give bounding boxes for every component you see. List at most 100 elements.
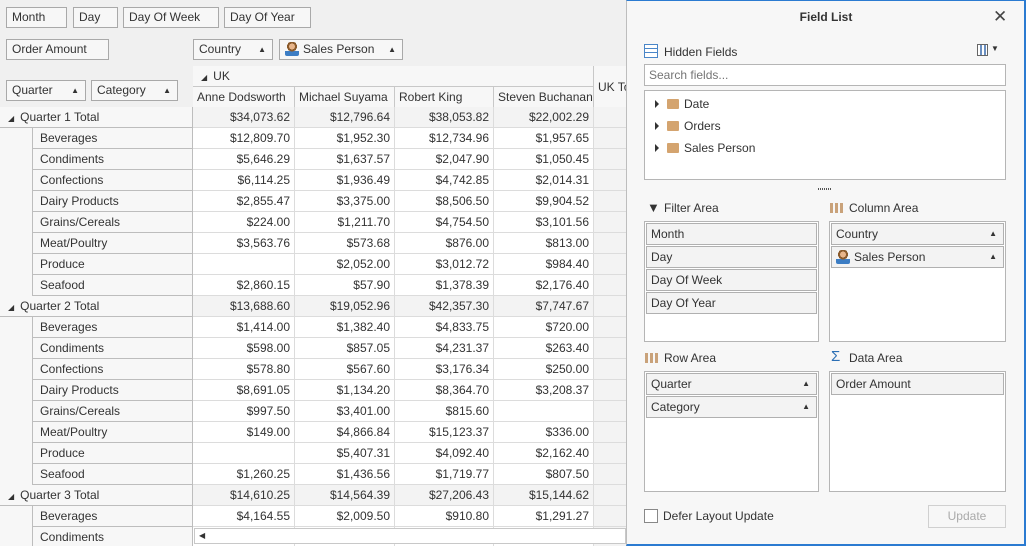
- data-cell: $2,860.15: [193, 275, 295, 296]
- row-header-category[interactable]: Meat/Poultry: [33, 233, 193, 254]
- data-cell: $8,364.70: [395, 380, 494, 401]
- row-header-category[interactable]: Produce: [33, 443, 193, 464]
- total-cell: [594, 296, 626, 317]
- filter-field-day-of-week[interactable]: Day Of Week: [123, 7, 219, 28]
- row-header-category[interactable]: Confections: [33, 359, 193, 380]
- column-field-country[interactable]: Country ▲: [193, 39, 273, 60]
- splitter-handle[interactable]: [818, 188, 831, 190]
- row-header-category[interactable]: Grains/Cereals: [33, 401, 193, 422]
- row-header-category[interactable]: Condiments: [33, 149, 193, 170]
- row-header-indent: [0, 149, 33, 170]
- data-cell: $3,012.72: [395, 254, 494, 275]
- data-cell: $8,691.05: [193, 380, 295, 401]
- tree-item-sales-person[interactable]: Sales Person: [655, 141, 755, 155]
- row-header-category[interactable]: Dairy Products: [33, 380, 193, 401]
- data-cell: $720.00: [494, 317, 594, 338]
- field-label: Country: [199, 42, 242, 56]
- column-header-country[interactable]: ◢ UK: [193, 66, 594, 87]
- data-field-order-amount[interactable]: Order Amount: [6, 39, 109, 60]
- expand-icon[interactable]: [655, 122, 659, 130]
- filter-field-day-of-year[interactable]: Day Of Year: [224, 7, 311, 28]
- row-header-category[interactable]: Grains/Cereals: [33, 212, 193, 233]
- row-header-category[interactable]: Beverages: [33, 506, 193, 527]
- scroll-left-icon[interactable]: ◀: [199, 531, 205, 540]
- data-cell: $2,176.40: [494, 275, 594, 296]
- expand-icon[interactable]: [655, 144, 659, 152]
- data-cell: $1,952.30: [295, 128, 395, 149]
- row-area-item-quarter[interactable]: Quarter ▲: [646, 373, 817, 395]
- row-header-indent: [0, 317, 33, 338]
- filter-field-month[interactable]: Month: [6, 7, 67, 28]
- row-header-indent: [0, 170, 33, 191]
- filter-icon: ▼: [647, 200, 660, 215]
- tree-item-label: Sales Person: [684, 141, 756, 155]
- row-header-category[interactable]: Beverages: [33, 317, 193, 338]
- total-cell: [594, 107, 626, 128]
- filter-area-item-day[interactable]: Day: [646, 246, 817, 268]
- row-header-category[interactable]: Condiments: [33, 338, 193, 359]
- row-header-category[interactable]: Produce: [33, 254, 193, 275]
- data-cell: $2,009.50: [295, 506, 395, 527]
- total-cell: [594, 275, 626, 296]
- total-cell: [594, 443, 626, 464]
- layout-menu-button[interactable]: ▼: [977, 44, 999, 57]
- hidden-fields-icon: [644, 44, 658, 58]
- row-header-category[interactable]: Seafood: [33, 275, 193, 296]
- data-cell: $3,401.00: [295, 401, 395, 422]
- filter-area-item-day-of-week[interactable]: Day Of Week: [646, 269, 817, 291]
- column-header-country-total[interactable]: UK Total: [594, 66, 626, 108]
- row-header-category[interactable]: Confections: [33, 170, 193, 191]
- collapse-icon[interactable]: ◢: [8, 492, 14, 501]
- pivot-grid: ◢ UK UK Total Anne DodsworthMichael SuyamaR…: [0, 66, 626, 546]
- row-header-category[interactable]: Seafood: [33, 464, 193, 485]
- row-header-category[interactable]: Meat/Poultry: [33, 422, 193, 443]
- column-field-sales-person[interactable]: Sales Person ▲: [279, 39, 403, 60]
- row-header-quarter-total[interactable]: ◢ Quarter 3 Total: [0, 485, 193, 506]
- data-cell: $3,375.00: [295, 191, 395, 212]
- data-cell: $2,052.00: [295, 254, 395, 275]
- close-icon[interactable]: ✕: [993, 7, 1007, 27]
- column-area-item-sales-person[interactable]: Sales Person ▲: [831, 246, 1004, 268]
- collapse-icon[interactable]: ◢: [8, 303, 14, 312]
- column-header-sales-person[interactable]: Steven Buchanan: [494, 87, 594, 108]
- filter-field-day[interactable]: Day: [73, 7, 118, 28]
- column-header-sales-person[interactable]: Anne Dodsworth: [193, 87, 295, 108]
- row-header-indent: [0, 422, 33, 443]
- folder-icon: [667, 121, 679, 131]
- row-header-indent: [0, 401, 33, 422]
- field-label: Country: [836, 227, 879, 241]
- data-cell: [193, 443, 295, 464]
- row-header-indent: [0, 191, 33, 212]
- column-header-sales-person[interactable]: Michael Suyama: [295, 87, 395, 108]
- row-header-category[interactable]: Beverages: [33, 128, 193, 149]
- data-area-item-order-amount[interactable]: Order Amount: [831, 373, 1004, 395]
- update-button[interactable]: Update: [928, 505, 1006, 528]
- collapse-icon[interactable]: ◢: [201, 73, 207, 82]
- column-area-item-country[interactable]: Country ▲: [831, 223, 1004, 245]
- defer-layout-checkbox[interactable]: [644, 509, 658, 523]
- tree-item-date[interactable]: Date: [655, 97, 709, 111]
- total-cell: [594, 233, 626, 254]
- expand-icon[interactable]: [655, 100, 659, 108]
- collapse-icon[interactable]: ◢: [8, 114, 14, 123]
- tree-item-orders[interactable]: Orders: [655, 119, 721, 133]
- filter-area-item-day-of-year[interactable]: Day Of Year: [646, 292, 817, 314]
- data-cell: $12,734.96: [395, 128, 494, 149]
- row-header-quarter-total[interactable]: ◢ Quarter 2 Total: [0, 296, 193, 317]
- filter-area-item-month[interactable]: Month: [646, 223, 817, 245]
- row-header-quarter-total[interactable]: ◢ Quarter 1 Total: [0, 107, 193, 128]
- row-area-item-category[interactable]: Category ▲: [646, 396, 817, 418]
- defer-layout-label: Defer Layout Update: [663, 509, 774, 523]
- horizontal-scrollbar[interactable]: ◀: [194, 528, 626, 544]
- folder-icon: [667, 143, 679, 153]
- search-fields-input[interactable]: [644, 64, 1006, 86]
- tree-item-label: Orders: [684, 119, 721, 133]
- tree-item-label: Date: [684, 97, 710, 111]
- column-header-sales-person[interactable]: Robert King: [395, 87, 494, 108]
- sort-ascending-icon: ▲: [802, 402, 810, 411]
- row-header-category[interactable]: Condiments: [33, 527, 193, 546]
- filter-area-label: Filter Area: [664, 201, 719, 215]
- data-cell: $4,866.84: [295, 422, 395, 443]
- row-header-category[interactable]: Dairy Products: [33, 191, 193, 212]
- folder-icon: [667, 99, 679, 109]
